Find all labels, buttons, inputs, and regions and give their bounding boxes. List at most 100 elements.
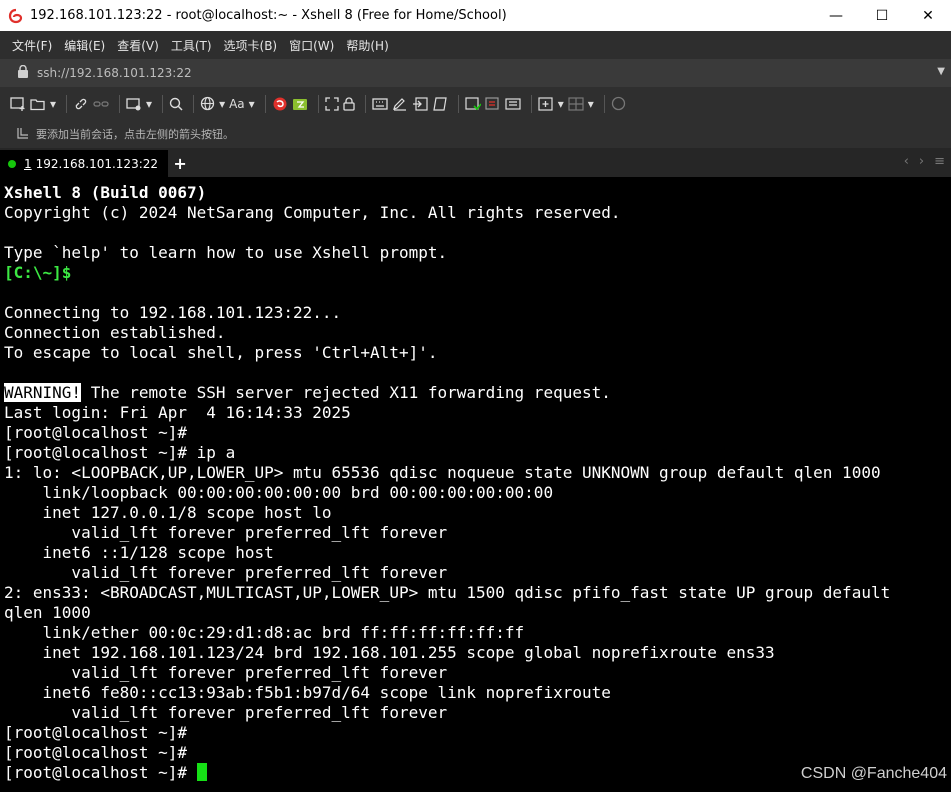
output-line: link/loopback 00:00:00:00:00:00 brd 00:0… [4, 483, 554, 502]
menu-file[interactable]: 文件(F) [12, 37, 52, 54]
output-line: valid_lft forever preferred_lft forever [4, 523, 448, 542]
toolbar-separator [603, 94, 605, 113]
toolbar-separator [317, 94, 319, 113]
help-circle-icon[interactable] [611, 93, 626, 115]
address-bar[interactable]: ssh://192.168.101.123:22 ▼ [0, 59, 951, 87]
output-line: qlen 1000 [4, 603, 91, 622]
search-icon[interactable] [169, 93, 183, 115]
output-line: inet6 ::1/128 scope host [4, 543, 284, 562]
output-line: valid_lft forever preferred_lft forever [4, 563, 448, 582]
close-button[interactable]: ✕ [905, 0, 951, 31]
script-icon[interactable] [432, 93, 448, 115]
tab-list-icon[interactable]: ≡ [934, 154, 945, 169]
add-session-arrow-icon[interactable] [16, 126, 30, 143]
title-bar[interactable]: 192.168.101.123:22 - root@localhost:~ - … [0, 0, 951, 31]
globe-icon[interactable] [200, 93, 215, 115]
tab-prev-icon[interactable]: ‹ [904, 154, 909, 169]
compose-pane-icon[interactable] [485, 93, 501, 115]
tab-navigation: ‹ › ≡ [904, 154, 945, 169]
session-hint-bar: 要添加当前会话，点击左侧的箭头按钮。 [0, 120, 951, 148]
terminal-line: Last login: Fri Apr 4 16:14:33 2025 [4, 403, 351, 422]
highlight-icon[interactable] [505, 93, 521, 115]
xshell-logo-icon[interactable] [272, 93, 288, 115]
chevron-down-icon[interactable]: ▾ [249, 93, 255, 115]
menu-edit[interactable]: 编辑(E) [64, 37, 105, 54]
tab-bar: 1 192.168.101.123:22 + ‹ › ≡ [0, 148, 951, 177]
address-dropdown-icon[interactable]: ▼ [937, 66, 945, 77]
menu-window[interactable]: 窗口(W) [289, 37, 334, 54]
properties-icon[interactable] [126, 93, 142, 115]
shell-prompt: [root@localhost ~]# [4, 743, 188, 762]
toolbar-separator [162, 94, 164, 113]
chevron-down-icon[interactable]: ▾ [558, 93, 564, 115]
lock-icon [17, 64, 29, 81]
font-icon[interactable]: Aa [229, 93, 245, 115]
app-chrome: 文件(F) 编辑(E) 查看(V) 工具(T) 选项卡(B) 窗口(W) 帮助(… [0, 31, 951, 177]
toolbar-separator [119, 94, 121, 113]
connection-status-icon [8, 159, 16, 168]
output-line: 1: lo: <LOOPBACK,UP,LOWER_UP> mtu 65536 … [4, 463, 881, 482]
toolbar-separator [193, 94, 195, 113]
toolbar: ▾ ▾ ▾ Aa ▾ ▾ ▾ [0, 87, 951, 120]
add-tab-icon[interactable]: + [168, 150, 192, 177]
tab-label: 192.168.101.123:22 [35, 156, 159, 171]
disconnect-link-icon[interactable] [73, 93, 89, 115]
maximize-button[interactable]: ☐ [859, 0, 905, 31]
toolbar-separator [530, 94, 532, 113]
menu-view[interactable]: 查看(V) [117, 37, 159, 54]
shell-prompt: [root@localhost ~]# [4, 723, 188, 742]
output-line: valid_lft forever preferred_lft forever [4, 703, 448, 722]
transfer-icon[interactable] [412, 93, 428, 115]
menu-tabs[interactable]: 选项卡(B) [224, 37, 278, 54]
output-line: inet 192.168.101.123/24 brd 192.168.101.… [4, 643, 775, 662]
tab-number: 1 [24, 156, 32, 171]
open-folder-icon[interactable] [30, 93, 46, 115]
terminal-line: Connecting to 192.168.101.123:22... [4, 303, 342, 322]
keyboard-icon[interactable] [372, 93, 388, 115]
terminal-line: Xshell 8 (Build 0067) [4, 183, 207, 202]
new-tab-group-icon[interactable] [538, 93, 554, 115]
xshell-app-icon [8, 8, 24, 24]
xftp-icon[interactable] [292, 93, 308, 115]
terminal-cursor [196, 763, 207, 781]
tab-session[interactable]: 1 192.168.101.123:22 [0, 150, 169, 177]
terminal-line: Copyright (c) 2024 NetSarang Computer, I… [4, 203, 621, 222]
toolbar-separator [364, 94, 366, 113]
address-value[interactable]: ssh://192.168.101.123:22 [37, 66, 192, 80]
toolbar-separator [66, 94, 68, 113]
hint-text: 要添加当前会话，点击左侧的箭头按钮。 [36, 128, 234, 141]
chevron-down-icon[interactable]: ▾ [146, 93, 152, 115]
toolbar-separator [457, 94, 459, 113]
pen-icon[interactable] [392, 93, 408, 115]
chevron-down-icon[interactable]: ▾ [219, 93, 225, 115]
chevron-down-icon[interactable]: ▾ [50, 93, 56, 115]
lock-screen-icon[interactable] [343, 93, 355, 115]
terminal-line: WARNING! The remote SSH server rejected … [0, 383, 951, 403]
menu-help[interactable]: 帮助(H) [346, 37, 388, 54]
chevron-down-icon[interactable]: ▾ [588, 93, 594, 115]
output-line: 2: ens33: <BROADCAST,MULTICAST,UP,LOWER_… [4, 583, 891, 602]
menu-tools[interactable]: 工具(T) [171, 37, 212, 54]
tab-next-icon[interactable]: › [919, 154, 924, 169]
terminal-line: To escape to local shell, press 'Ctrl+Al… [4, 343, 438, 362]
terminal-pane[interactable]: Xshell 8 (Build 0067) Copyright (c) 2024… [0, 177, 951, 792]
shell-prompt: [root@localhost ~]# [4, 423, 188, 442]
output-line: link/ether 00:0c:29:d1:d8:ac brd ff:ff:f… [4, 623, 525, 642]
reconnect-link-icon[interactable] [93, 93, 109, 115]
terminal-line: Connection established. [4, 323, 226, 342]
new-session-icon[interactable] [10, 93, 26, 115]
compose-bar-icon[interactable] [465, 93, 481, 115]
terminal-line: Type `help' to learn how to use Xshell p… [4, 243, 448, 262]
local-prompt: [C:\~]$ [4, 263, 72, 282]
warning-text: The remote SSH server rejected X11 forwa… [81, 383, 611, 402]
command-text: ip a [187, 443, 236, 462]
fullscreen-icon[interactable] [325, 93, 339, 115]
terminal-line: [root@localhost ~]# ip a [0, 443, 951, 463]
output-line: valid_lft forever preferred_lft forever [4, 663, 448, 682]
layout-icon[interactable] [568, 93, 584, 115]
window-title: 192.168.101.123:22 - root@localhost:~ - … [30, 8, 507, 23]
minimize-button[interactable]: — [813, 0, 859, 31]
